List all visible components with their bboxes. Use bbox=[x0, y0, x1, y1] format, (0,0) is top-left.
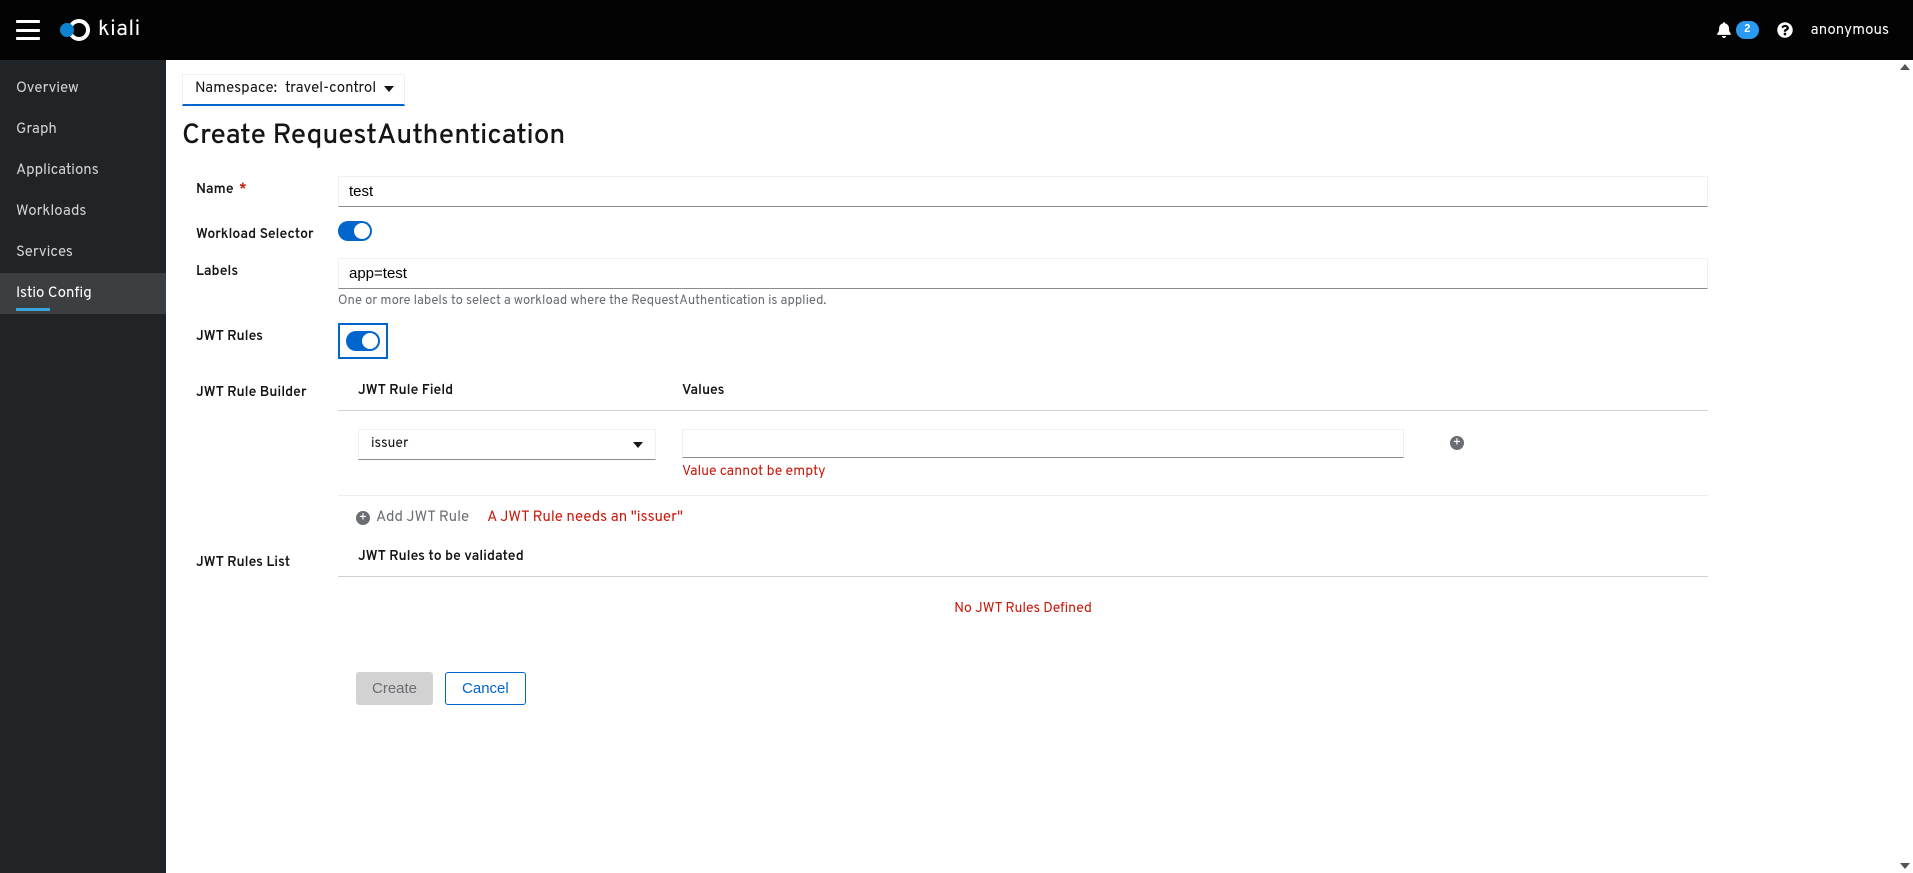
jwt-rule-value-error: Value cannot be empty bbox=[682, 464, 1404, 481]
jwt-rule-values-header: Values bbox=[682, 383, 724, 400]
scroll-up-icon bbox=[1900, 64, 1910, 70]
jwt-rule-value-input[interactable] bbox=[682, 429, 1404, 458]
jwt-rules-list-label: JWT Rules List bbox=[196, 549, 338, 572]
jwt-rules-list-heading: JWT Rules to be validated bbox=[338, 549, 1708, 577]
form: Name * Workload Selector Labels One or m… bbox=[182, 176, 1722, 729]
help-icon[interactable] bbox=[1777, 22, 1793, 38]
create-button[interactable]: Create bbox=[356, 672, 433, 705]
sidebar-item-graph[interactable]: Graph bbox=[0, 109, 166, 150]
add-jwt-rule-button[interactable]: + Add JWT Rule bbox=[356, 508, 469, 527]
labels-input[interactable] bbox=[338, 258, 1708, 289]
sidebar-item-overview[interactable]: Overview bbox=[0, 68, 166, 109]
topbar: kiali 2 anonymous bbox=[0, 0, 1913, 60]
vertical-scrollbar[interactable] bbox=[1899, 60, 1913, 873]
namespace-selector-label: Namespace: bbox=[195, 79, 277, 98]
jwt-rule-field-selected: issuer bbox=[371, 436, 408, 453]
workload-selector-label: Workload Selector bbox=[196, 221, 338, 244]
chevron-down-icon bbox=[384, 86, 394, 92]
scroll-down-icon bbox=[1900, 863, 1910, 869]
hamburger-menu-button[interactable] bbox=[16, 20, 40, 40]
sidebar-nav: Overview Graph Applications Workloads Se… bbox=[0, 60, 166, 873]
chevron-down-icon bbox=[633, 442, 643, 448]
name-input[interactable] bbox=[338, 176, 1708, 207]
namespace-selector[interactable]: Namespace: travel-control bbox=[182, 74, 405, 106]
jwt-rule-builder-label: JWT Rule Builder bbox=[196, 379, 338, 402]
bell-icon bbox=[1716, 22, 1732, 38]
sidebar-item-services[interactable]: Services bbox=[0, 232, 166, 273]
notifications-button[interactable]: 2 bbox=[1716, 21, 1759, 39]
add-value-button[interactable]: + bbox=[1450, 436, 1464, 450]
page-title: Create RequestAuthentication bbox=[182, 118, 1897, 154]
cancel-button[interactable]: Cancel bbox=[445, 672, 526, 705]
jwt-rules-list-empty: No JWT Rules Defined bbox=[338, 577, 1708, 642]
notifications-badge: 2 bbox=[1736, 21, 1759, 39]
workload-selector-toggle[interactable] bbox=[338, 221, 372, 241]
main-content: Namespace: travel-control Create Request… bbox=[166, 60, 1913, 873]
sidebar-item-workloads[interactable]: Workloads bbox=[0, 191, 166, 232]
sidebar-item-istio-config[interactable]: Istio Config bbox=[0, 273, 166, 314]
jwt-rule-field-header: JWT Rule Field bbox=[358, 383, 682, 400]
jwt-rules-toggle[interactable] bbox=[346, 331, 380, 351]
add-jwt-rule-warning: A JWT Rule needs an "issuer" bbox=[487, 508, 683, 527]
brand-logo[interactable]: kiali bbox=[60, 17, 141, 44]
labels-help-text: One or more labels to select a workload … bbox=[338, 293, 1708, 309]
user-menu[interactable]: anonymous bbox=[1811, 21, 1889, 40]
jwt-rule-field-select[interactable]: issuer bbox=[358, 429, 656, 460]
topbar-right: 2 anonymous bbox=[1716, 21, 1889, 40]
jwt-rules-label: JWT Rules bbox=[196, 323, 338, 346]
labels-label: Labels bbox=[196, 258, 338, 281]
brand-name: kiali bbox=[98, 17, 141, 44]
plus-icon: + bbox=[356, 511, 370, 525]
kiali-logo-icon bbox=[60, 18, 92, 42]
name-label: Name * bbox=[196, 176, 338, 199]
namespace-selector-value: travel-control bbox=[285, 79, 376, 98]
sidebar-item-applications[interactable]: Applications bbox=[0, 150, 166, 191]
